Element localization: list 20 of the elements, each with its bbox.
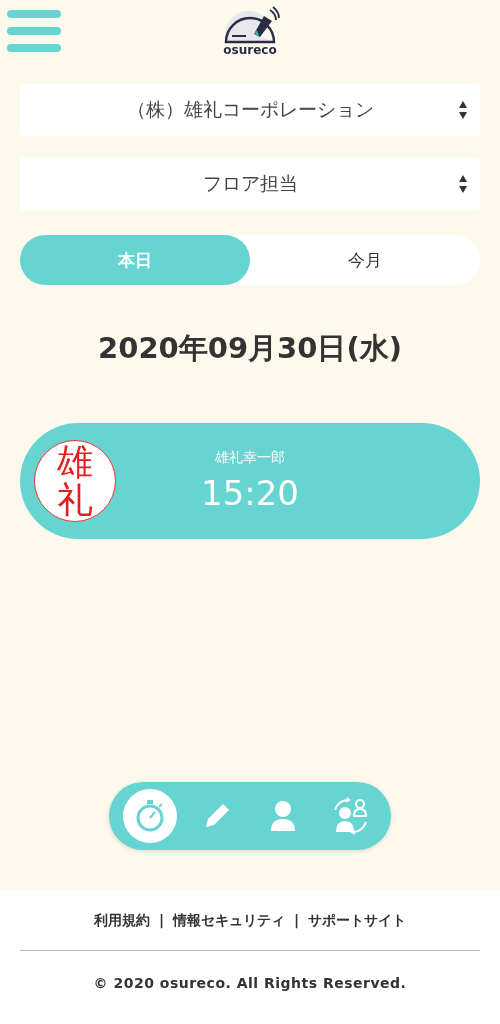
menu-icon[interactable] — [7, 8, 61, 54]
logo-text: osureco — [223, 44, 277, 56]
footer-link[interactable]: サポートサイト — [308, 912, 407, 930]
seal-stamp: 雄礼 — [34, 440, 116, 522]
date-heading: 2020年09月30日(水) — [97, 330, 403, 367]
footer-link[interactable]: 情報セキュリティ — [173, 912, 285, 930]
dropdown-select[interactable]: フロア担当 — [20, 158, 480, 210]
stopwatch-button[interactable] — [123, 789, 178, 843]
separator-text: | — [158, 912, 164, 930]
clock-time: 15:20 — [201, 473, 299, 513]
period-tab[interactable]: 今月 — [250, 235, 480, 285]
copyright-text: © 2020 osureco. All Rights Reserved. — [93, 975, 407, 991]
person-icon — [269, 800, 298, 832]
employee-name: 雄礼幸一郎 — [215, 449, 285, 467]
dropdown-select[interactable]: （株）雄礼コーポレーション — [20, 84, 480, 136]
separator-text: | — [294, 912, 300, 930]
footer-link[interactable]: 利用規約 — [93, 912, 150, 930]
sort-arrows-icon — [458, 174, 468, 194]
sort-arrows-icon — [458, 100, 468, 120]
stopwatch-icon — [135, 799, 166, 833]
